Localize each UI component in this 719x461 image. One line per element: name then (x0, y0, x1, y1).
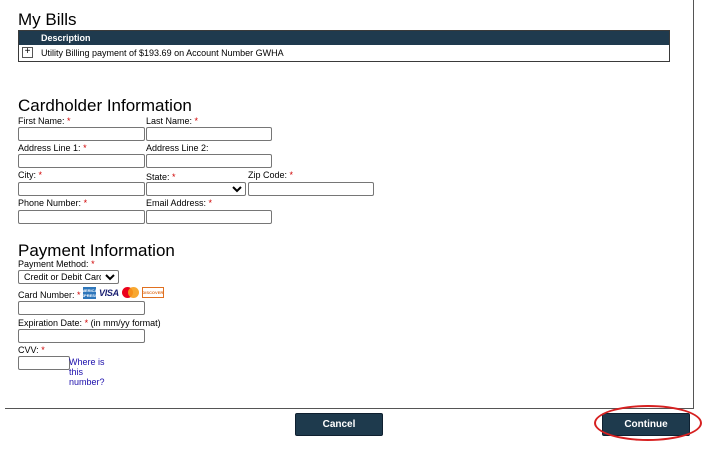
last-name-label: Last Name: * (146, 116, 199, 126)
cvv-input[interactable] (18, 356, 70, 370)
last-name-input[interactable] (146, 127, 272, 141)
expiration-label: Expiration Date: * (in mm/yy format) (18, 318, 161, 328)
phone-label: Phone Number: * (18, 198, 88, 208)
city-label: City: * (18, 170, 43, 180)
address2-label: Address Line 2: (146, 143, 209, 153)
payment-heading: Payment Information (18, 241, 175, 260)
accepted-cards: AMERICAN EXPRESS VISA DISCOVER (78, 286, 164, 299)
table-row: + Utility Billing payment of $193.69 on … (19, 45, 669, 61)
bill-description: Utility Billing payment of $193.69 on Ac… (41, 48, 284, 58)
address1-label: Address Line 1: * (18, 143, 87, 153)
bills-table-header: Description (19, 31, 669, 45)
zip-label: Zip Code: * (248, 170, 294, 180)
mastercard-icon (121, 287, 139, 298)
amex-icon: AMERICAN EXPRESS (78, 286, 101, 299)
address2-input[interactable] (146, 154, 272, 168)
expiration-input[interactable] (18, 329, 145, 343)
payment-method-label: Payment Method: * (18, 259, 95, 269)
zip-input[interactable] (248, 182, 374, 196)
cardholder-heading: Cardholder Information (18, 96, 192, 115)
card-number-label: Card Number: * (18, 290, 81, 300)
payment-method-select[interactable]: Credit or Debit Card (18, 270, 119, 284)
card-number-input[interactable] (18, 301, 145, 315)
phone-input[interactable] (18, 210, 145, 224)
email-label: Email Address: * (146, 198, 213, 208)
visa-icon: VISA (99, 287, 119, 298)
discover-icon: DISCOVER (141, 287, 164, 298)
bills-table: Description + Utility Billing payment of… (18, 30, 670, 62)
email-input[interactable] (146, 210, 272, 224)
first-name-label: First Name: * (18, 116, 71, 126)
cvv-label: CVV: * (18, 345, 45, 355)
first-name-input[interactable] (18, 127, 145, 141)
state-label: State: * (146, 172, 176, 182)
cancel-button[interactable]: Cancel (296, 414, 382, 435)
cvv-help-link[interactable]: Where is this number? (69, 357, 107, 387)
content-right-border (693, 0, 694, 409)
city-input[interactable] (18, 182, 145, 196)
my-bills-heading: My Bills (18, 10, 77, 29)
continue-highlight-ring (594, 405, 702, 441)
content-bottom-border (5, 408, 694, 409)
address1-input[interactable] (18, 154, 145, 168)
state-select[interactable] (146, 182, 246, 196)
expand-icon[interactable]: + (22, 47, 33, 58)
